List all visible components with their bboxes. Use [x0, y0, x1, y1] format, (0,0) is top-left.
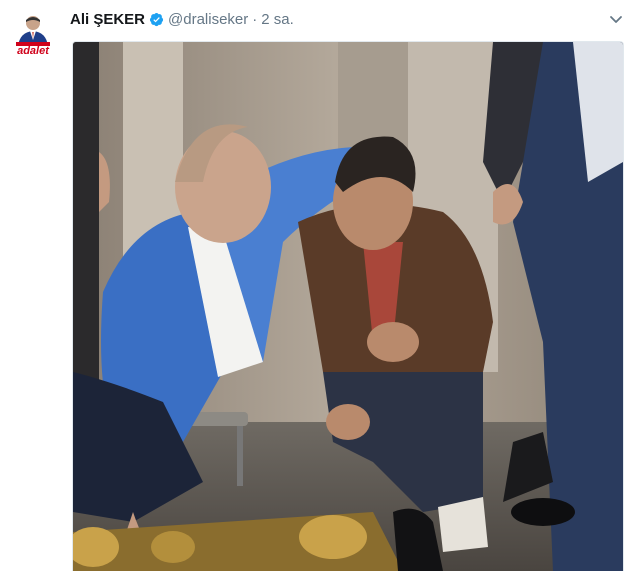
avatar[interactable]: adalet: [10, 14, 56, 60]
author-handle[interactable]: @draliseker: [168, 11, 248, 28]
tweet-video[interactable]: [72, 41, 624, 571]
separator-dot: ·: [252, 10, 258, 28]
author-name[interactable]: Ali ŞEKER: [70, 11, 145, 28]
verified-badge-icon: [149, 12, 164, 26]
chevron-down-icon[interactable]: [608, 11, 624, 27]
tweet-header: Ali ŞEKER @draliseker · 2 sa.: [70, 9, 626, 29]
avatar-portrait: [16, 14, 50, 46]
tweet-timestamp[interactable]: 2 sa.: [261, 11, 294, 28]
video-frame-illustration: [73, 42, 623, 571]
avatar-logo-text: adalet: [17, 45, 49, 57]
